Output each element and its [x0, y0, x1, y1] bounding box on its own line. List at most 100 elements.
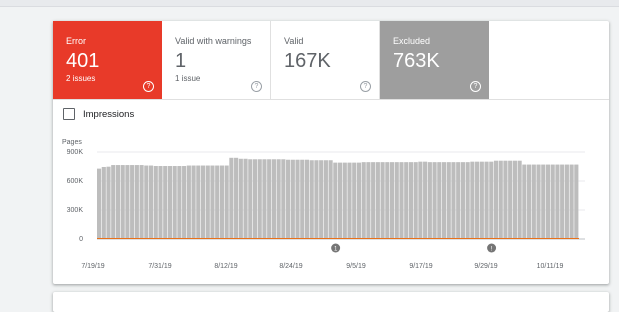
bar	[545, 164, 551, 239]
bar	[479, 161, 484, 239]
bar	[338, 162, 343, 239]
help-icon[interactable]: ?	[143, 81, 154, 92]
tile-label: Valid with warnings	[175, 36, 252, 46]
bar	[120, 165, 125, 239]
bar	[432, 162, 437, 239]
bar	[323, 160, 328, 239]
bar	[319, 160, 324, 239]
bar	[252, 159, 258, 239]
bar	[262, 159, 267, 239]
bar	[200, 165, 206, 239]
bar	[527, 164, 532, 239]
bar	[427, 162, 432, 239]
bar	[531, 164, 536, 239]
bar	[456, 162, 461, 239]
bar	[451, 162, 456, 239]
bar	[257, 159, 262, 239]
bar	[106, 166, 111, 239]
bar	[309, 160, 314, 239]
bar	[286, 159, 291, 239]
x-tick-label: 7/19/19	[81, 263, 104, 270]
bar	[493, 160, 499, 239]
bar	[361, 162, 366, 239]
tile-label: Valid	[284, 36, 304, 46]
tile-error[interactable]: Error 401 2 issues ?	[53, 21, 162, 99]
tile-sub: 1 issue	[175, 74, 201, 83]
bar	[389, 162, 395, 239]
bar	[328, 160, 333, 239]
bar	[158, 166, 163, 239]
impressions-label: Impressions	[83, 108, 135, 120]
bar	[437, 162, 442, 239]
help-icon[interactable]: ?	[470, 81, 481, 92]
bar	[550, 164, 555, 239]
bar	[210, 165, 215, 239]
bar	[375, 162, 380, 239]
bar	[130, 165, 135, 239]
impressions-toggle[interactable]: Impressions	[63, 108, 134, 120]
bar	[394, 162, 399, 239]
tile-value: 401	[66, 50, 100, 72]
bar	[441, 162, 447, 239]
bar	[182, 166, 187, 239]
tile-label: Excluded	[393, 36, 431, 46]
pages-chart: Pages 900K 600K 300K 0 1! 7/19/19 7/31/1…	[62, 139, 585, 270]
tile-value: 1	[175, 50, 187, 72]
y-tick-label: 600K	[67, 178, 84, 185]
bar	[144, 165, 149, 239]
bar	[503, 160, 508, 239]
bar	[356, 162, 362, 239]
bar	[219, 165, 224, 239]
bar	[271, 159, 276, 239]
impressions-checkbox[interactable]	[63, 108, 75, 120]
tile-excluded[interactable]: Excluded 763K ?	[380, 21, 489, 99]
bar	[177, 166, 182, 239]
y-tick-label: 900K	[67, 149, 84, 156]
bars	[97, 157, 579, 239]
x-tick-label: 9/29/19	[474, 263, 497, 270]
bar	[139, 165, 144, 239]
tile-label: Error	[66, 36, 86, 46]
tile-value: 763K	[393, 50, 440, 72]
bar	[399, 162, 404, 239]
bar	[314, 160, 319, 239]
x-tick-labels: 7/19/19 7/31/19 8/12/19 8/24/19 9/5/19 9…	[81, 263, 563, 270]
bar	[281, 159, 286, 239]
bar	[564, 164, 569, 239]
bar	[484, 161, 489, 239]
bar	[205, 165, 210, 239]
bar	[153, 166, 158, 239]
tile-valid-with-warnings[interactable]: Valid with warnings 1 1 issue ?	[162, 21, 271, 99]
bar	[366, 162, 371, 239]
bar	[267, 159, 272, 239]
bar	[186, 165, 191, 239]
x-tick-label: 10/11/19	[537, 263, 564, 270]
bar	[243, 158, 248, 239]
bar	[196, 165, 201, 239]
tile-valid[interactable]: Valid 167K ?	[271, 21, 380, 99]
x-tick-label: 7/31/19	[148, 263, 171, 270]
bar	[536, 164, 541, 239]
bar	[569, 164, 574, 239]
help-icon[interactable]: ?	[251, 81, 262, 92]
bar	[97, 168, 102, 239]
bar	[134, 165, 139, 239]
bar	[522, 164, 527, 239]
x-tick-label: 9/5/19	[346, 263, 366, 270]
help-icon[interactable]: ?	[360, 81, 371, 92]
bar	[498, 160, 503, 239]
bar	[413, 162, 418, 239]
top-bar	[0, 0, 619, 7]
y-axis-title: Pages	[62, 139, 82, 146]
bar	[470, 161, 475, 239]
bar	[111, 165, 116, 239]
bar	[408, 162, 414, 239]
bar	[560, 164, 565, 239]
y-tick-label: 300K	[67, 207, 84, 214]
x-tick-label: 8/12/19	[214, 263, 237, 270]
bar	[460, 162, 465, 239]
bar	[101, 166, 106, 239]
bar	[224, 165, 229, 239]
bar	[304, 159, 310, 239]
bar	[508, 160, 513, 239]
